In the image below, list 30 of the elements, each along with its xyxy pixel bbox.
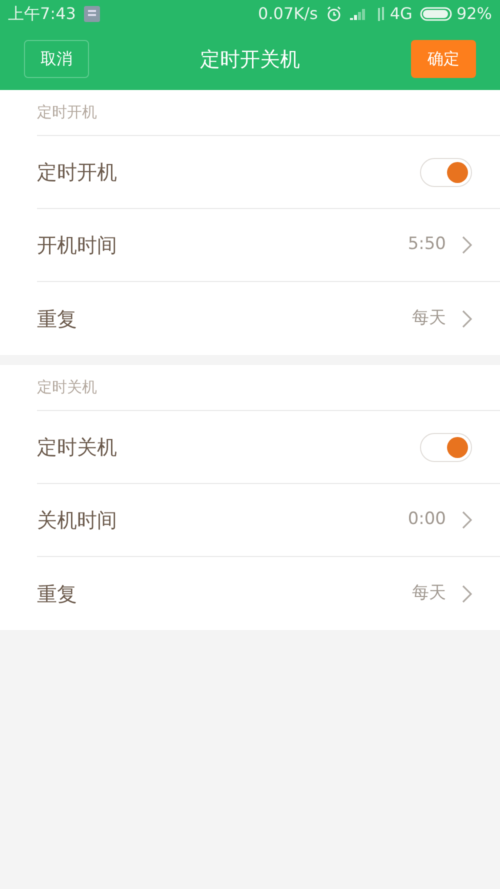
confirm-button[interactable]: 确定 (411, 40, 476, 78)
network-type: 4G (390, 3, 412, 25)
cancel-button[interactable]: 取消 (24, 40, 89, 78)
battery-level: 92% (456, 3, 492, 25)
row-label: 重复 (37, 580, 78, 608)
chevron-icon[interactable] (462, 310, 472, 328)
toggle-switch[interactable] (420, 432, 472, 462)
status-time: 上午7:43 (8, 3, 76, 25)
alarm-icon (326, 6, 342, 22)
row-label: 定时关机 (37, 434, 118, 461)
toggle-switch[interactable] (420, 158, 472, 186)
row-label: 重复 (37, 306, 78, 332)
row-value: 每天 (412, 306, 446, 330)
row-label: 关机时间 (37, 507, 118, 534)
section-title: 定时开机 (37, 102, 97, 124)
row-label: 开机时间 (37, 232, 118, 259)
section-title: 定时关机 (37, 377, 97, 398)
row-label: 定时开机 (37, 159, 118, 186)
row-value: 0:00 (408, 508, 446, 532)
signal-icon (350, 8, 368, 20)
notification-icon (84, 6, 100, 22)
chevron-icon[interactable] (462, 584, 472, 602)
row-value: 5:50 (408, 233, 446, 256)
chevron-icon[interactable] (462, 511, 472, 529)
row-value: 每天 (412, 582, 446, 605)
chevron-icon[interactable] (462, 236, 472, 254)
network-speed: 0.07K/s (258, 3, 318, 25)
battery-icon (420, 7, 452, 21)
page-title: 定时开关机 (200, 46, 300, 73)
data-arrows-icon (376, 7, 386, 21)
